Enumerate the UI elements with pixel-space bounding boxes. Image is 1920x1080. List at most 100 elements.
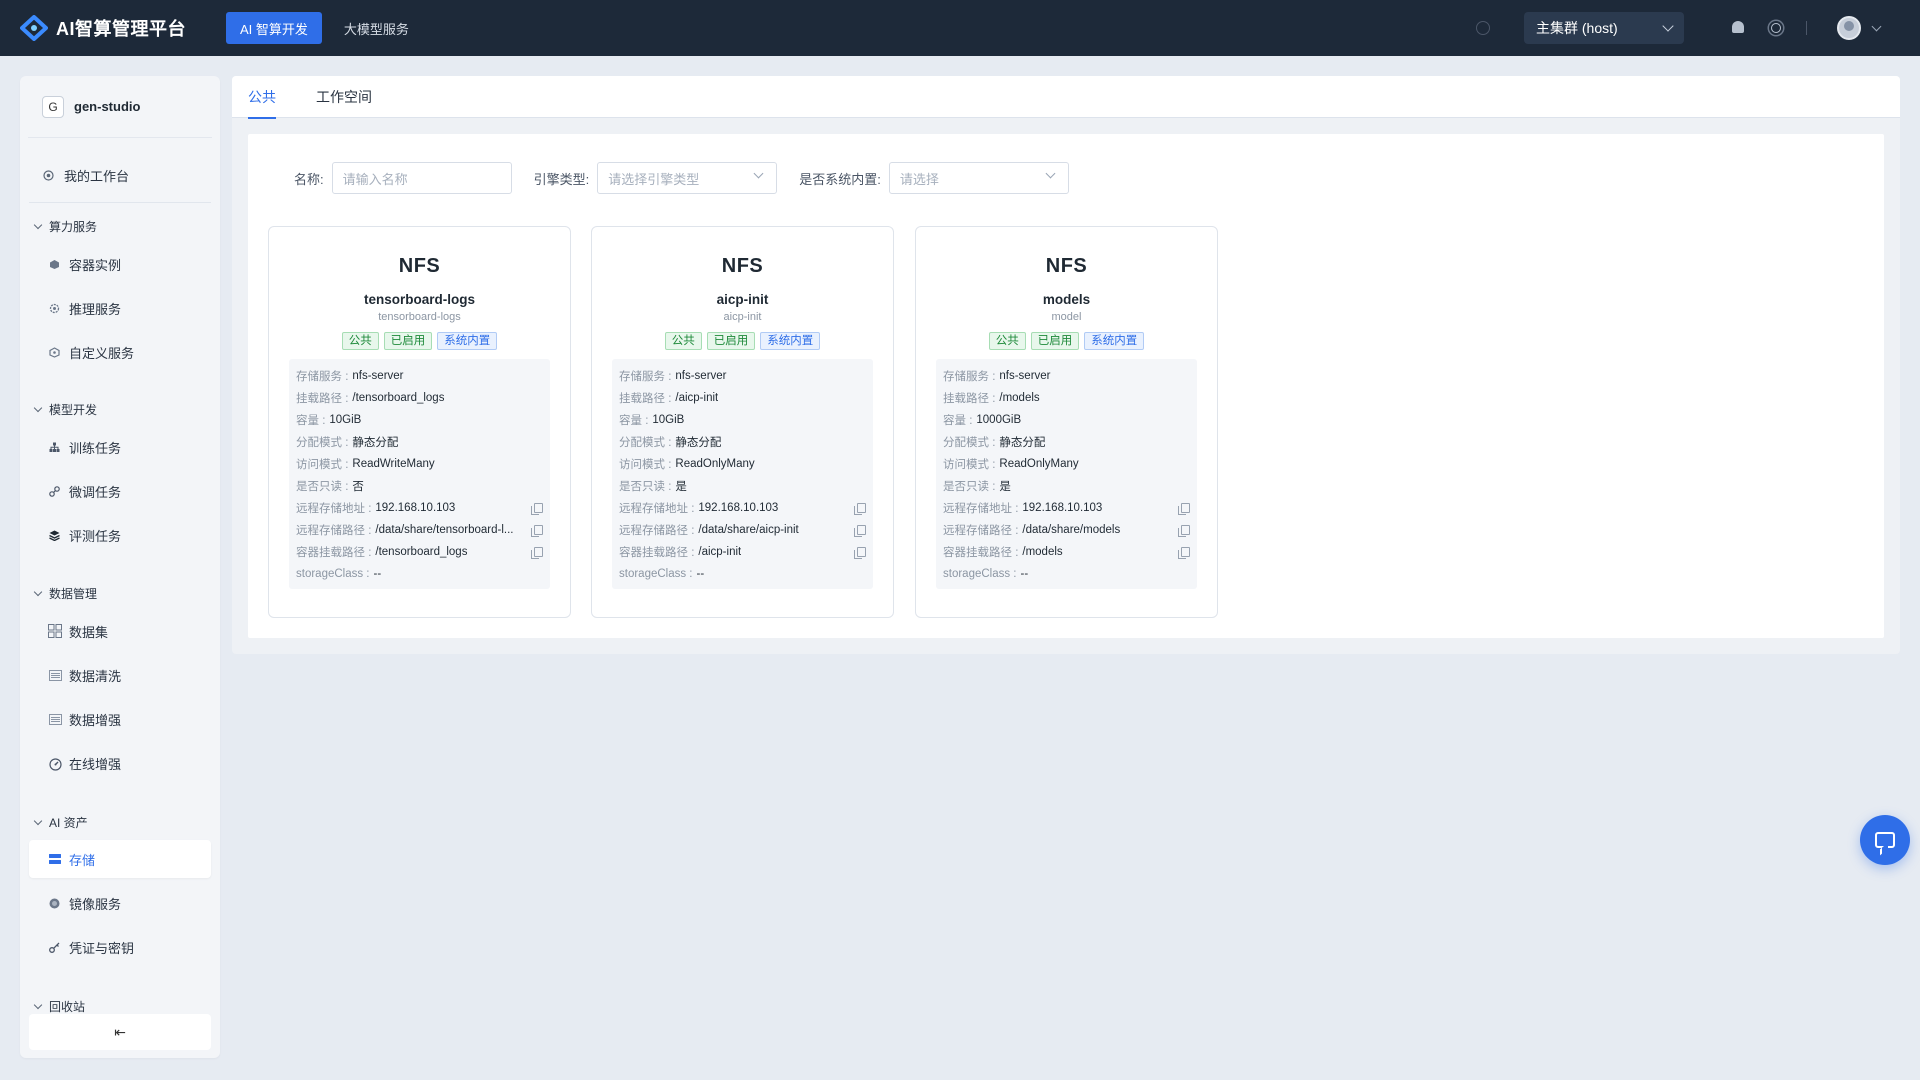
detail-row: 容器挂载路径 :/models (943, 541, 1190, 563)
detail-value: 1000GiB (976, 414, 1022, 426)
detail-key: 容器挂载路径 : (943, 547, 1019, 559)
status-badge: 公共 (664, 332, 702, 350)
sidebar-item-data-cleaning[interactable]: 数据清洗 (29, 656, 211, 694)
tab-workspace[interactable]: 工作空间 (316, 76, 372, 118)
chat-button[interactable] (1860, 815, 1910, 865)
sidebar-item-label: 凭证与密钥 (69, 940, 135, 956)
copy-icon[interactable] (531, 503, 543, 515)
builtin-select[interactable]: 请选择 (888, 162, 1069, 194)
detail-value: -- (1020, 568, 1029, 580)
sidebar-group-model-dev[interactable]: 模型开发 (33, 401, 97, 418)
status-badge: 系统内置 (1084, 332, 1145, 350)
search-icon[interactable] (1476, 21, 1490, 35)
detail-key: 挂载路径 : (296, 393, 349, 405)
detail-key: 存储服务 : (296, 371, 349, 383)
detail-value: nfs-server (675, 370, 727, 382)
sidebar-item-label: 容器实例 (69, 257, 122, 273)
detail-row: 存储服务 : nfs-server (943, 365, 1190, 387)
storage-card[interactable]: NFS models model 公共 已启用 系统内置 存储服务 : nfs-server 挂… (915, 226, 1218, 618)
detail-row: 是否只读 :是 (943, 475, 1190, 497)
storage-list: 名称: 请输入名称 引擎类型: 请选择引擎类型 是否系统内置: 请选择 NFS t… (248, 134, 1884, 638)
collapse-sidebar-button[interactable]: ⇤ (29, 1014, 211, 1050)
sidebar-item-evaluation[interactable]: 评测任务 (29, 516, 211, 554)
copy-icon[interactable] (1178, 525, 1190, 537)
sidebar-item-training[interactable]: 训练任务 (29, 428, 211, 466)
detail-row: 访问模式 : ReadOnlyMany (943, 453, 1190, 475)
nav-tab-llm-service[interactable]: 大模型服务 (330, 12, 423, 44)
sidebar-item-online-augment[interactable]: 在线增强 (29, 744, 211, 782)
detail-key: 容器挂载路径 : (619, 547, 695, 559)
sidebar-item-credentials[interactable]: 凭证与密钥 (29, 928, 211, 966)
sidebar-item-workbench[interactable]: 我的工作台 (29, 156, 211, 194)
theme-icon[interactable] (1768, 20, 1784, 36)
grid-icon (48, 624, 62, 638)
nav-tab-ai-dev[interactable]: AI 智算开发 (226, 12, 322, 44)
storage-card[interactable]: NFS aicp-init aicp-init 公共 已启用 系统内置 存储服务 : nfs-… (591, 226, 894, 618)
detail-value: /tensorboard_logs (352, 392, 445, 404)
tag-list: 公共 已启用 系统内置 (916, 332, 1217, 350)
chat-icon (1875, 832, 1895, 848)
copy-icon[interactable] (531, 547, 543, 559)
engine-type: NFS (1045, 255, 1088, 277)
detail-row: 挂载路径 :/tensorboard_logs (296, 387, 543, 409)
workspace-badge: G (42, 95, 64, 118)
detail-key: 挂载路径 : (619, 393, 672, 405)
chevron-down-icon[interactable] (1871, 21, 1882, 31)
detail-key: 远程存储地址 : (943, 503, 1019, 515)
chevron-down-icon (33, 587, 43, 597)
name-input[interactable]: 请输入名称 (331, 162, 512, 194)
tab-public[interactable]: 公共 (248, 76, 276, 119)
copy-icon[interactable] (854, 547, 866, 559)
sidebar-group-recycle-bin[interactable]: 回收站 (33, 998, 86, 1015)
sidebar-item-label: 训练任务 (69, 440, 122, 456)
tag-list: 公共 已启用 系统内置 (592, 332, 893, 350)
sidebar-item-inference[interactable]: 推理服务 (29, 289, 211, 327)
storage-name: models (1042, 292, 1091, 307)
detail-key: 挂载路径 : (943, 393, 996, 405)
sidebar-group-ai-assets[interactable]: AI 资产 (33, 814, 88, 831)
sidebar-item-label: 推理服务 (69, 301, 122, 317)
sidebar-item-label: 数据清洗 (69, 668, 122, 684)
sidebar-group-data[interactable]: 数据管理 (33, 585, 98, 602)
detail-row: 是否只读 :否 (296, 475, 543, 497)
detail-row: 存储服务 : nfs-server (296, 365, 543, 387)
storage-name: aicp-init (716, 292, 769, 307)
sidebar-item-dataset[interactable]: 数据集 (29, 612, 211, 650)
workspace-name: gen-studio (74, 99, 141, 114)
detail-value: 是 (999, 481, 1011, 493)
sidebar-item-data-augment[interactable]: 数据增强 (29, 700, 211, 738)
copy-icon[interactable] (1178, 547, 1190, 559)
copy-icon[interactable] (1178, 503, 1190, 515)
builtin-filter-label: 是否系统内置: (799, 171, 881, 187)
sidebar-item-finetune[interactable]: 微调任务 (29, 472, 211, 510)
chevron-down-icon (33, 1000, 43, 1010)
sidebar-item-container[interactable]: 容器实例 (29, 245, 211, 283)
sidebar-item-image-service[interactable]: 镜像服务 (29, 884, 211, 922)
engine-type: NFS (721, 255, 764, 277)
workspace-switcher[interactable]: G gen-studio (28, 76, 212, 138)
sidebar-item-custom-service[interactable]: 自定义服务 (29, 333, 211, 371)
sidebar-item-label: 微调任务 (69, 484, 122, 500)
storage-card[interactable]: NFS tensorboard-logs tensorboard-logs 公共 已启用… (268, 226, 571, 618)
copy-icon[interactable] (531, 525, 543, 537)
bell-icon[interactable] (1730, 20, 1746, 36)
detail-key: 远程存储路径 : (296, 525, 372, 537)
avatar[interactable] (1837, 16, 1861, 40)
detail-value: 10GiB (329, 414, 362, 426)
detail-row: 容量 :1000GiB (943, 409, 1190, 431)
engine-type-select[interactable]: 请选择引擎类型 (597, 162, 778, 194)
app-logo[interactable]: AI智算管理平台 (20, 15, 206, 41)
copy-icon[interactable] (854, 525, 866, 537)
sidebar-group-label: 回收站 (49, 1000, 86, 1014)
sidebar: G gen-studio 我的工作台 算力服务 容器实例 推理服务 自定义服务 … (20, 76, 220, 1058)
sidebar-group-compute[interactable]: 算力服务 (33, 218, 97, 235)
sidebar-item-label: 评测任务 (69, 528, 122, 544)
detail-row: 访问模式 : ReadOnlyMany (619, 453, 866, 475)
copy-icon[interactable] (854, 503, 866, 515)
sidebar-item-storage[interactable]: 存储 (29, 840, 211, 878)
sidebar-group-label: 数据管理 (49, 587, 98, 601)
cluster-selector[interactable]: 主集群 (host) (1524, 12, 1684, 44)
detail-value: ReadWriteMany (352, 458, 435, 470)
detail-key: storageClass : (296, 568, 370, 580)
detail-value: nfs-server (999, 370, 1051, 382)
